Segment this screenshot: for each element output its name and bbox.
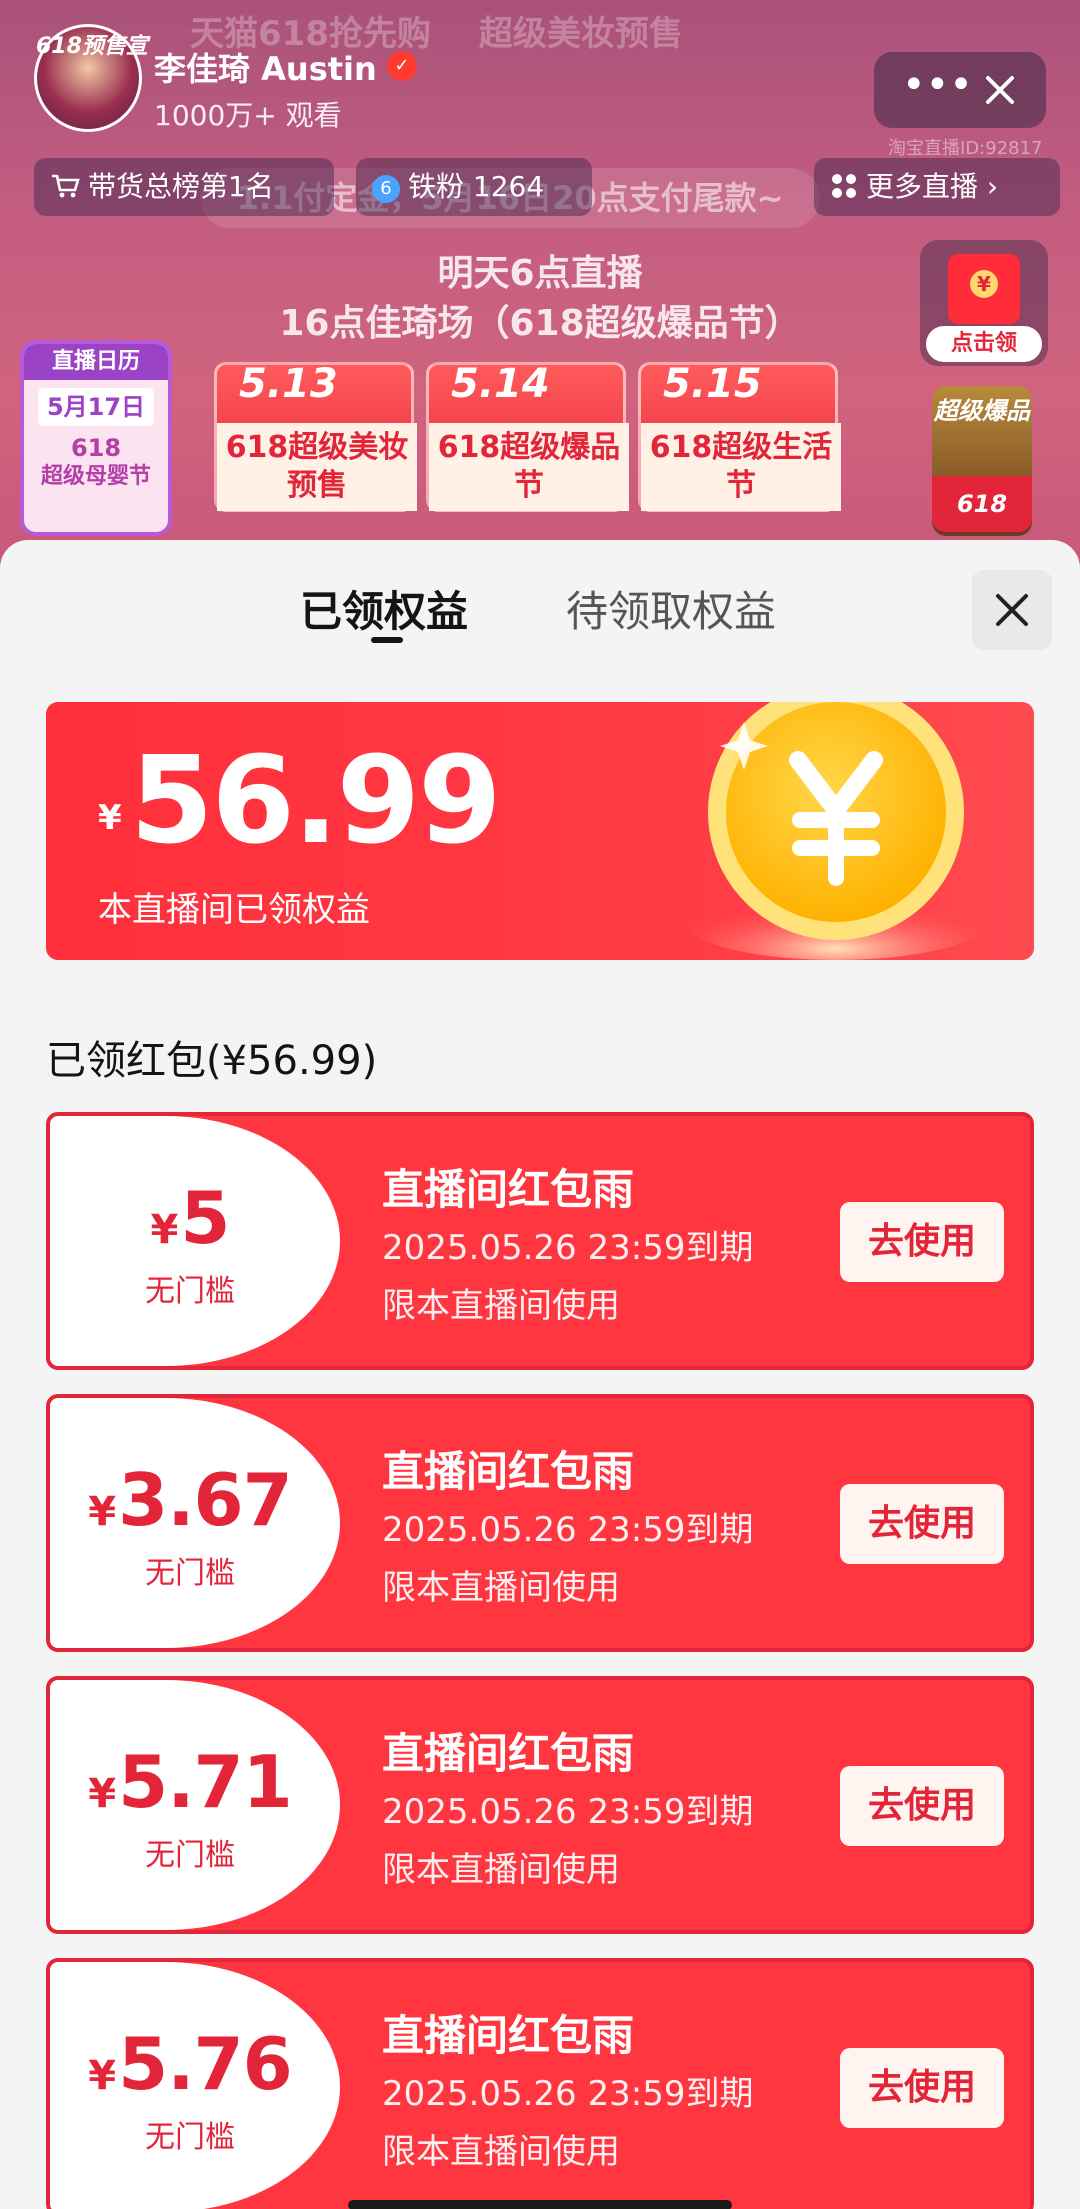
viewer-count: 1000万+ 观看 [154,99,342,132]
promo-text: 超级爆品 [934,397,1030,425]
coupon-amount: 5.71 [118,1740,293,1824]
coupon-value: ¥5 [50,1176,330,1260]
claimed-list-title: 已领红包(¥56.99) [46,1038,378,1084]
date-card-title: 618超级爆品节 [429,423,629,511]
tab-pending-benefits[interactable]: 待领取权益 [566,578,776,639]
schedule-line: 明天6点直播 [437,253,643,294]
more-live-chip[interactable]: 更多直播 › [814,158,1060,216]
date-card: 5.15 618超级生活节 [638,361,841,512]
coupon-scope: 限本直播间使用 [382,1568,620,1608]
grid-icon [830,158,858,216]
date-card: 5.13 618超级美妆预售 [214,361,417,512]
coupon-expiry: 2025.05.26 23:59到期 [382,1228,754,1268]
coupon-currency: ¥ [88,2053,117,2099]
date-card-date: 5.13 [239,361,338,407]
fans-level-badge: 6 [372,175,400,203]
rank-chip[interactable]: 带货总榜第1名 [34,158,334,216]
coupon-scope: 限本直播间使用 [382,1286,620,1326]
verified-icon: ✓ [387,51,417,81]
use-coupon-button[interactable]: 去使用 [840,1766,1004,1846]
home-indicator[interactable] [348,2200,732,2209]
tab-claimed-benefits[interactable]: 已领权益 [300,578,468,639]
schedule-line: 16点佳琦场（618超级爆品节） [279,303,801,344]
cart-icon [50,158,80,216]
coupon-card: ¥5 无门槛 直播间红包雨 2025.05.26 23:59到期 限本直播间使用… [46,1112,1034,1370]
coupon-condition: 无门槛 [145,2120,235,2155]
calendar-line2: 超级母婴节 [40,464,151,489]
coupon-condition: 无门槛 [145,1838,235,1873]
calendar-date: 5月17日 [38,388,154,426]
coupon-currency: ¥ [88,1489,117,1535]
coupon-card: ¥5.76 无门槛 直播间红包雨 2025.05.26 23:59到期 限本直播… [46,1958,1034,2209]
coupon-amount: 5.76 [118,2022,293,2106]
rank-chip-label: 带货总榜第1名 [88,170,274,203]
summary-amount: 56.99 [130,732,502,871]
fans-chip-label: 铁粉 1264 [408,170,545,203]
tab-active-indicator [371,637,403,643]
coupon-card: ¥5.71 无门槛 直播间红包雨 2025.05.26 23:59到期 限本直播… [46,1676,1034,1934]
coupon-scope: 限本直播间使用 [382,2132,620,2172]
coupon-title: 直播间红包雨 [382,1447,635,1496]
live-id: 淘宝直播ID:92817 [888,138,1043,159]
benefits-sheet: 已领权益 待领取权益 ¥ 56.99 本直播间已领权益 已领红包(¥56.99)… [0,540,1080,2209]
chevron-right-icon: › [986,170,999,203]
coin-icon [686,702,986,960]
date-card-date: 5.15 [663,361,762,407]
more-live-label: 更多直播 [866,170,979,203]
coupon-expiry: 2025.05.26 23:59到期 [382,1510,754,1550]
calendar-head: 直播日历 [24,344,168,380]
coupon-currency: ¥ [88,1771,117,1817]
coupon-value: ¥5.76 [50,2022,330,2106]
promo-float[interactable]: 超级爆品 618 [932,386,1032,536]
coupon-value: ¥3.67 [50,1458,330,1542]
coupon-condition: 无门槛 [145,1274,235,1309]
coupon-title: 直播间红包雨 [382,1165,635,1214]
coupon-condition: 无门槛 [145,1556,235,1591]
summary-card: ¥ 56.99 本直播间已领权益 [46,702,1034,960]
date-card-date: 5.14 [451,361,550,407]
streamer-name[interactable]: 李佳琦 Austin [154,44,377,90]
more-icon[interactable]: ••• [902,65,973,110]
redpack-claim-button[interactable]: 点击领 [926,326,1042,362]
date-card-title: 618超级生活节 [641,423,841,511]
top-actions: ••• [874,52,1046,128]
coupon-currency: ¥ [150,1207,179,1253]
close-icon[interactable] [972,570,1052,650]
date-card: 5.14 618超级爆品节 [426,361,629,512]
date-card-title: 618超级美妆预售 [217,423,417,511]
fans-chip[interactable]: 6 铁粉 1264 [356,158,592,216]
use-coupon-button[interactable]: 去使用 [840,1202,1004,1282]
red-envelope-icon [948,254,1020,324]
coupon-amount: 5 [180,1176,230,1260]
use-coupon-button[interactable]: 去使用 [840,2048,1004,2128]
live-calendar-widget[interactable]: 直播日历 5月17日 618 超级母婴节 [20,340,172,536]
coupon-card: ¥3.67 无门槛 直播间红包雨 2025.05.26 23:59到期 限本直播… [46,1394,1034,1652]
avatar-tag: 618预售宣 [36,34,148,59]
calendar-line1: 618 [70,434,122,462]
redpack-float[interactable]: 点击领 [920,240,1048,366]
close-icon[interactable] [974,64,1026,116]
summary-label: 本直播间已领权益 [98,890,370,930]
coupon-scope: 限本直播间使用 [382,1850,620,1890]
use-coupon-button[interactable]: 去使用 [840,1484,1004,1564]
promo-618: 618 [932,476,1032,532]
coupon-title: 直播间红包雨 [382,1729,635,1778]
banner-item: 超级美妆预售 [478,14,683,54]
coupon-expiry: 2025.05.26 23:59到期 [382,2074,754,2114]
coupon-title: 直播间红包雨 [382,2011,635,2060]
coupon-expiry: 2025.05.26 23:59到期 [382,1792,754,1832]
coupon-amount: 3.67 [118,1458,293,1542]
summary-currency: ¥ [98,798,122,838]
coupon-value: ¥5.71 [50,1740,330,1824]
